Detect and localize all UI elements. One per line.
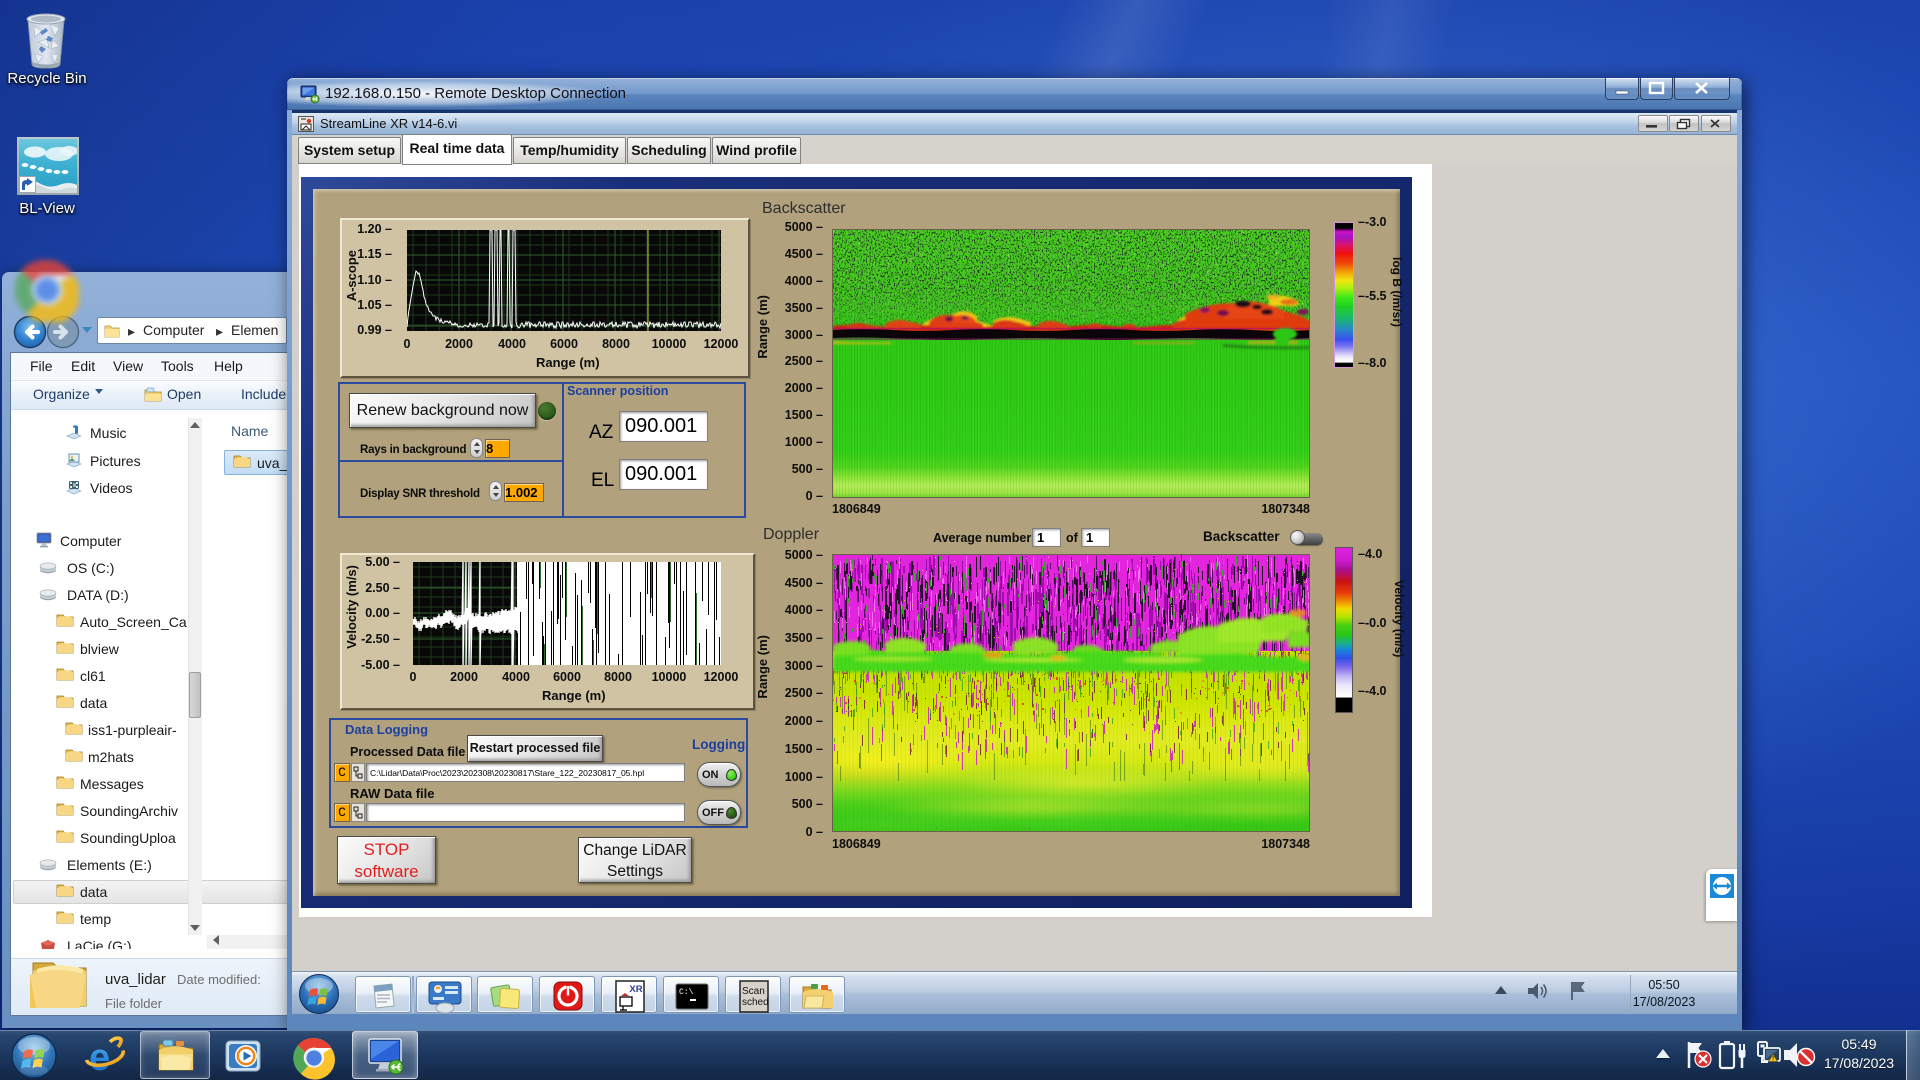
svg-text:!: ! [1772, 1056, 1774, 1063]
svg-text:C:\: C:\ [679, 988, 694, 997]
svg-text:e: e [89, 1037, 110, 1076]
svg-text:sched: sched [742, 997, 769, 1008]
svg-text:XR: XR [629, 984, 642, 995]
svg-text:Scan: Scan [742, 986, 765, 997]
